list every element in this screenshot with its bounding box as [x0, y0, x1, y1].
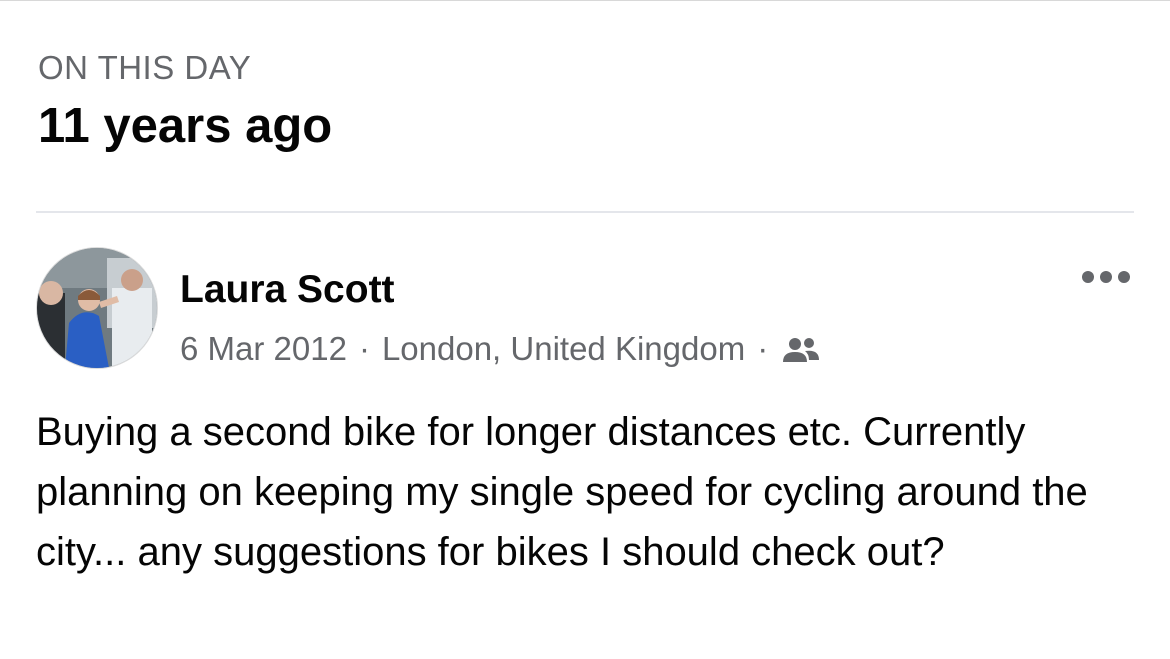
memory-heading: 11 years ago — [38, 99, 333, 153]
post-meta: 6 Mar 2012 · London, United Kingdom · — [180, 329, 820, 369]
section-divider — [36, 211, 1134, 213]
meta-separator: · — [358, 330, 370, 367]
more-options-icon[interactable] — [1076, 265, 1136, 289]
memory-header: ON THIS DAY 11 years ago — [38, 48, 332, 154]
top-divider — [0, 0, 1170, 1]
post-author[interactable]: Laura Scott — [180, 267, 395, 313]
post-text: Buying a second bike for longer distance… — [36, 410, 1088, 574]
avatar-photo — [37, 248, 157, 368]
post-location[interactable]: London, United Kingdom — [382, 329, 745, 369]
avatar[interactable] — [36, 247, 158, 369]
meta-separator: · — [757, 330, 769, 367]
memory-overline: ON THIS DAY — [38, 49, 252, 86]
friends-icon — [782, 334, 820, 364]
post-date[interactable]: 6 Mar 2012 — [180, 329, 347, 369]
